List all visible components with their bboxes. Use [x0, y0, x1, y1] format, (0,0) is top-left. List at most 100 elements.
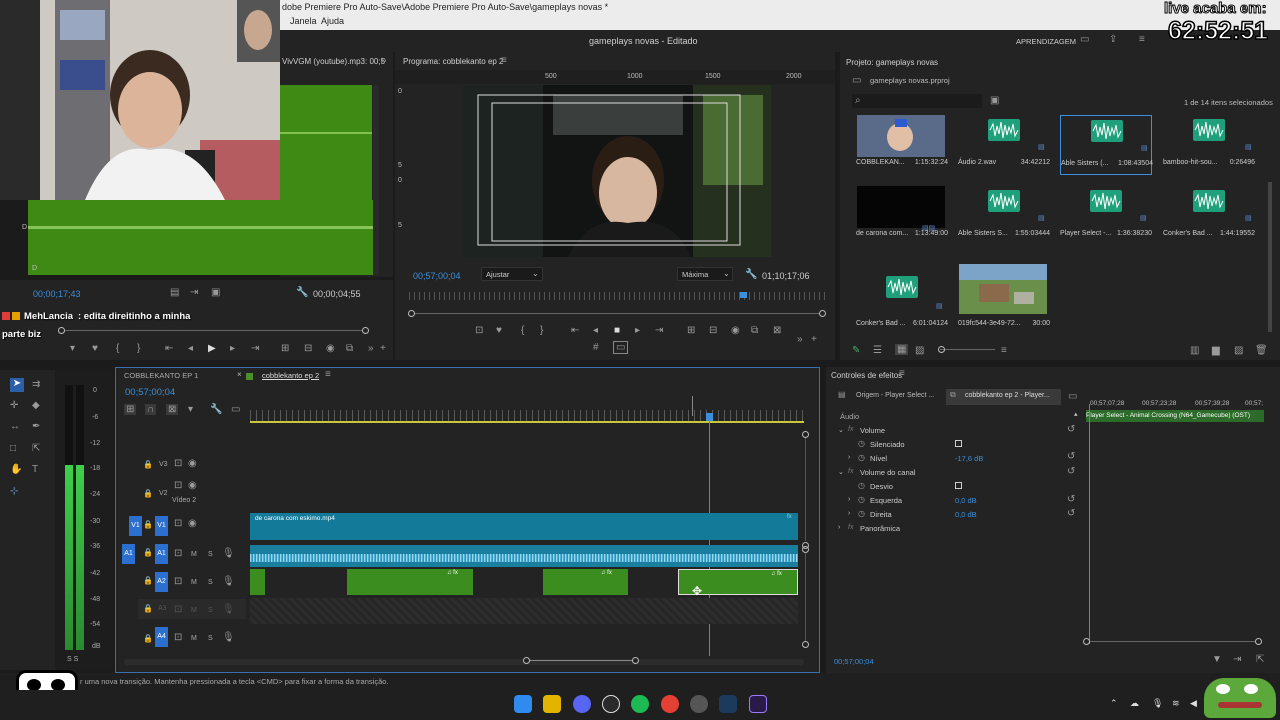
- solo-button[interactable]: S: [208, 579, 213, 586]
- source-scrollbar[interactable]: [373, 85, 379, 275]
- eye-icon[interactable]: ◉: [188, 480, 197, 491]
- spotify-icon[interactable]: [631, 695, 649, 713]
- effects-timecode[interactable]: 00;57;00;04: [834, 657, 874, 666]
- windows-start-icon[interactable]: [514, 695, 532, 713]
- program-zoom-left[interactable]: [408, 310, 415, 317]
- expand-right-icon[interactable]: ›: [848, 496, 850, 503]
- toggle-overlay-icon[interactable]: ▭: [613, 341, 629, 354]
- fx-toggle-icon[interactable]: fx: [848, 468, 853, 475]
- mic-icon[interactable]: 🎙: [222, 632, 235, 643]
- sync-lock-icon[interactable]: ⊡: [174, 604, 182, 615]
- track-target-v1[interactable]: V1: [155, 516, 168, 536]
- thumbnail-size-handle[interactable]: [938, 346, 945, 353]
- obs-icon[interactable]: [602, 695, 620, 713]
- lock-icon[interactable]: 🔒: [143, 489, 153, 498]
- magnet-icon[interactable]: ∩: [145, 404, 157, 415]
- stopwatch-icon[interactable]: ◷: [858, 509, 865, 518]
- wrench-icon[interactable]: 🔧: [296, 287, 308, 298]
- expand-icon[interactable]: ⌄: [838, 468, 844, 476]
- magic-icon[interactable]: ⊹: [10, 486, 18, 497]
- mark-out-icon[interactable]: }: [137, 343, 140, 354]
- audio-clip-a2-1[interactable]: [250, 569, 265, 595]
- lock-icon[interactable]: 🔒: [143, 548, 153, 557]
- hand-icon[interactable]: ⇱: [32, 443, 40, 454]
- stopwatch-icon[interactable]: ◷: [858, 453, 865, 462]
- export-frame-icon[interactable]: ▣: [211, 287, 220, 298]
- app-icon[interactable]: [690, 695, 708, 713]
- list-view-icon[interactable]: ☰: [873, 345, 882, 356]
- step-back-icon[interactable]: ◂: [188, 343, 193, 354]
- vscroll-handle-bottom[interactable]: [802, 641, 809, 648]
- overwrite-clip-icon[interactable]: ⊟: [304, 343, 312, 354]
- track-target-a1[interactable]: A1: [155, 544, 168, 564]
- reset-icon[interactable]: ↺: [1067, 424, 1075, 435]
- effects-tab-source[interactable]: ▤ Origem - Player Select ...: [838, 390, 948, 404]
- reset-icon[interactable]: ↺: [1067, 494, 1075, 505]
- program-more-icon[interactable]: »: [797, 334, 803, 345]
- menu-ajuda[interactable]: Ajuda: [321, 16, 344, 26]
- file-explorer-icon[interactable]: [543, 695, 561, 713]
- lock-icon[interactable]: 🔒: [143, 520, 153, 529]
- bin-item-audio2[interactable]: ▤ Áudio 2.wav 34:42212: [958, 115, 1050, 175]
- program-zoom-right[interactable]: [819, 310, 826, 317]
- effects-zoom-bar[interactable]: [1088, 641, 1260, 642]
- source-patch-v1[interactable]: V1: [129, 516, 142, 536]
- menu-janela[interactable]: Janela: [290, 16, 317, 26]
- new-bin-icon[interactable]: ▣: [990, 95, 999, 106]
- discord-icon[interactable]: [573, 695, 591, 713]
- reset-icon[interactable]: ↺: [1067, 466, 1075, 477]
- fx-toggle-icon[interactable]: fx: [848, 426, 853, 433]
- collapse-icon[interactable]: ▴: [1074, 410, 1078, 418]
- bypass-checkbox[interactable]: [955, 482, 962, 489]
- vscroll-handle-top[interactable]: [802, 431, 809, 438]
- lock-icon[interactable]: 🔒: [143, 634, 153, 643]
- project-scrollbar[interactable]: [1268, 182, 1272, 332]
- pencil-icon[interactable]: ✎: [852, 345, 860, 356]
- insert-icon[interactable]: ⇥: [190, 287, 198, 298]
- program-go-out-icon[interactable]: ⇥: [655, 325, 663, 336]
- sync-lock-icon[interactable]: ⊡: [174, 632, 182, 643]
- program-step-back-icon[interactable]: ◂: [593, 325, 598, 336]
- meter-solo[interactable]: S S: [67, 656, 78, 663]
- hand-tool-icon[interactable]: ✋: [10, 464, 22, 475]
- new-item-icon[interactable]: ▨: [1234, 345, 1243, 356]
- effects-clip-bar[interactable]: Player Select - Animal Crossing (N64_Gam…: [1086, 410, 1264, 422]
- mic-icon[interactable]: 🎙: [222, 604, 235, 615]
- bin-item-conker[interactable]: ▤ Conker's Bad ... 1:44:19552: [1163, 186, 1255, 246]
- sync-lock-icon[interactable]: ⊡: [174, 518, 182, 529]
- program-video[interactable]: [463, 85, 771, 257]
- thumbnail-size-slider[interactable]: [940, 349, 995, 350]
- step-forward-icon[interactable]: ▸: [230, 343, 235, 354]
- expand-right-icon[interactable]: ›: [848, 510, 850, 517]
- marker-add-icon[interactable]: ♥: [496, 325, 502, 336]
- sync-lock-icon[interactable]: ⊡: [174, 548, 182, 559]
- effects-zoom-left[interactable]: [1083, 638, 1090, 645]
- go-to-out-icon[interactable]: ⇥: [251, 343, 259, 354]
- cloud-icon[interactable]: ☁: [1130, 698, 1139, 709]
- type-tool-icon[interactable]: T: [32, 464, 38, 475]
- panel-expand-icon[interactable]: »: [381, 55, 387, 66]
- program-vr-icon[interactable]: ⊠: [773, 325, 781, 336]
- stopwatch-icon[interactable]: ◷: [858, 439, 865, 448]
- mic-icon[interactable]: 🎙: [222, 548, 235, 559]
- mute-button[interactable]: M: [191, 635, 197, 642]
- reset-icon[interactable]: ↺: [1067, 508, 1075, 519]
- timeline-zoom-range[interactable]: [526, 660, 636, 661]
- stop-icon[interactable]: ■: [614, 325, 620, 336]
- mic-icon[interactable]: 🎙: [222, 576, 235, 587]
- filter-icon[interactable]: ▼: [1212, 654, 1222, 665]
- camera-icon[interactable]: ◉: [326, 343, 335, 354]
- icon-view-icon[interactable]: ▦: [895, 344, 909, 355]
- sort-icon[interactable]: ≡: [1001, 345, 1007, 356]
- effects-tab-sequence[interactable]: ⧉ cobblekanto ep 2 - Player...: [946, 389, 1061, 405]
- new-folder-icon[interactable]: ▆: [1212, 345, 1220, 356]
- bin-item-player-select[interactable]: ▤ Player Select -... 1:36:38230: [1060, 186, 1152, 246]
- sync-lock-icon[interactable]: ⊡: [174, 458, 182, 469]
- source-timecode-in[interactable]: 00;00;17;43: [33, 289, 81, 299]
- chrome-icon[interactable]: [661, 695, 679, 713]
- bin-item-able-sisters-2[interactable]: ▤ Able Sisters S... 1:55:03444: [958, 186, 1050, 246]
- timeline-tab-ep2[interactable]: cobblekanto ep 2: [262, 371, 319, 380]
- pen-icon[interactable]: ✒: [32, 421, 40, 432]
- program-mark-out-icon[interactable]: }: [540, 325, 543, 336]
- slip-icon[interactable]: ↔: [10, 421, 20, 432]
